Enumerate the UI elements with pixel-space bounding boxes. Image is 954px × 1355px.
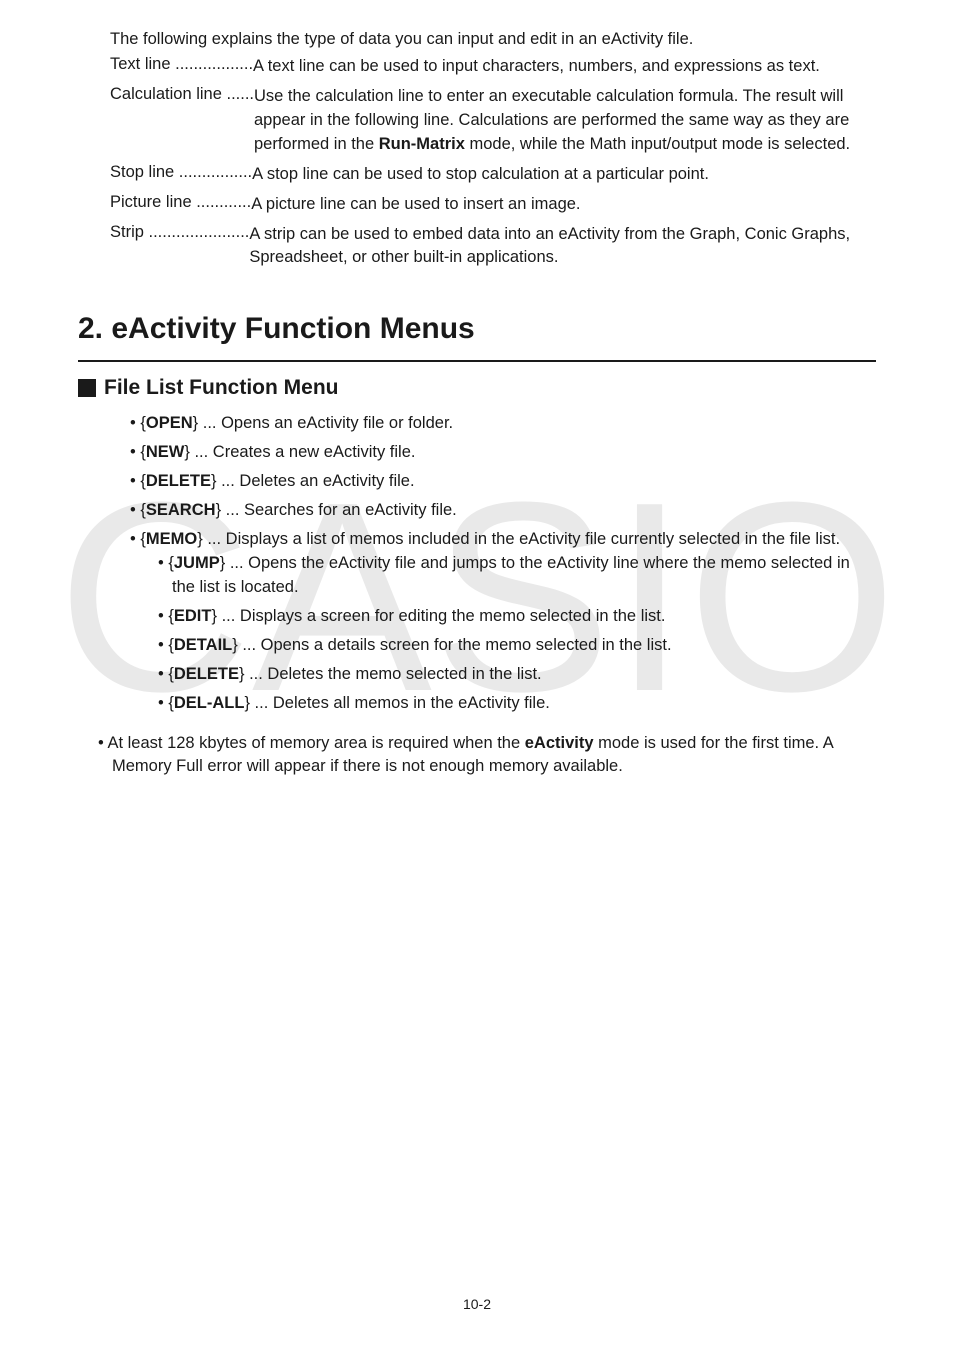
menu-desc: ... Searches for an eActivity file. (221, 501, 457, 519)
menu-desc: ... Opens a details screen for the memo … (238, 636, 672, 654)
subsection-heading-text: File List Function Menu (104, 376, 339, 400)
definition-desc: A stop line can be used to stop calculat… (252, 163, 876, 187)
menu-item-delete: • {DELETE} ... Deletes an eActivity file… (130, 470, 876, 494)
menu-list: • {OPEN} ... Opens an eActivity file or … (130, 412, 876, 715)
definition-desc: A text line can be used to input charact… (253, 55, 876, 79)
submenu-item-jump: • {JUMP} ... Opens the eActivity file an… (158, 552, 876, 600)
menu-desc: ... Displays a screen for editing the me… (217, 607, 665, 625)
menu-desc: ... Deletes an eActivity file. (216, 472, 414, 490)
menu-desc: ... Displays a list of memos included in… (203, 530, 840, 548)
definition-picture-line: Picture line ............ A picture line… (110, 193, 876, 217)
definition-stop-line: Stop line ................ A stop line c… (110, 163, 876, 187)
definition-term: Strip ...................... (110, 223, 249, 242)
menu-desc: ... Deletes the memo selected in the lis… (244, 665, 541, 683)
section-divider (78, 360, 876, 362)
menu-label: DETAIL (174, 636, 232, 654)
menu-item-search: • {SEARCH} ... Searches for an eActivity… (130, 499, 876, 523)
submenu-list: • {JUMP} ... Opens the eActivity file an… (158, 552, 876, 716)
menu-desc: ... Opens an eActivity file or folder. (198, 414, 453, 432)
definition-term: Text line ................. (110, 55, 253, 74)
definition-desc-post: mode, while the Math input/output mode i… (465, 135, 850, 153)
note-list: • At least 128 kbytes of memory area is … (98, 732, 876, 780)
definition-calculation-line: Calculation line ...... Use the calculat… (110, 85, 876, 157)
note-bold: eActivity (525, 734, 594, 752)
submenu-item-delall: • {DEL-ALL} ... Deletes all memos in the… (158, 692, 876, 716)
definition-text-line: Text line ................. A text line … (110, 55, 876, 79)
menu-label: MEMO (146, 530, 197, 548)
intro-paragraph: The following explains the type of data … (110, 30, 876, 49)
submenu-item-detail: • {DETAIL} ... Opens a details screen fo… (158, 634, 876, 658)
menu-label: NEW (146, 443, 185, 461)
menu-label: DELETE (174, 665, 239, 683)
menu-label: JUMP (174, 554, 220, 572)
menu-label: DEL-ALL (174, 694, 245, 712)
definition-term: Picture line ............ (110, 193, 251, 212)
definition-desc: A strip can be used to embed data into a… (249, 223, 876, 271)
section-heading: 2. eActivity Function Menus (78, 312, 876, 346)
note-pre: At least 128 kbytes of memory area is re… (107, 734, 524, 752)
menu-label: SEARCH (146, 501, 216, 519)
menu-desc: ... Deletes all memos in the eActivity f… (250, 694, 550, 712)
menu-desc: ... Creates a new eActivity file. (190, 443, 416, 461)
square-marker-icon (78, 379, 96, 397)
menu-item-open: • {OPEN} ... Opens an eActivity file or … (130, 412, 876, 436)
definition-desc: Use the calculation line to enter an exe… (254, 85, 876, 157)
definition-strip: Strip ...................... A strip can… (110, 223, 876, 271)
definition-term: Stop line ................ (110, 163, 252, 182)
menu-label: DELETE (146, 472, 211, 490)
menu-label: OPEN (146, 414, 193, 432)
memory-note: • At least 128 kbytes of memory area is … (98, 732, 876, 780)
definition-desc: A picture line can be used to insert an … (251, 193, 876, 217)
page-number: 10-2 (0, 1296, 954, 1312)
menu-label: EDIT (174, 607, 212, 625)
submenu-item-edit: • {EDIT} ... Displays a screen for editi… (158, 605, 876, 629)
page-content: The following explains the type of data … (0, 0, 954, 779)
menu-desc: ... Opens the eActivity file and jumps t… (172, 554, 850, 596)
menu-item-memo: • {MEMO} ... Displays a list of memos in… (130, 528, 876, 715)
menu-item-new: • {NEW} ... Creates a new eActivity file… (130, 441, 876, 465)
definition-desc-bold: Run-Matrix (379, 135, 465, 153)
submenu-item-delete: • {DELETE} ... Deletes the memo selected… (158, 663, 876, 687)
definition-term: Calculation line ...... (110, 85, 254, 104)
subsection-heading: File List Function Menu (78, 376, 876, 400)
